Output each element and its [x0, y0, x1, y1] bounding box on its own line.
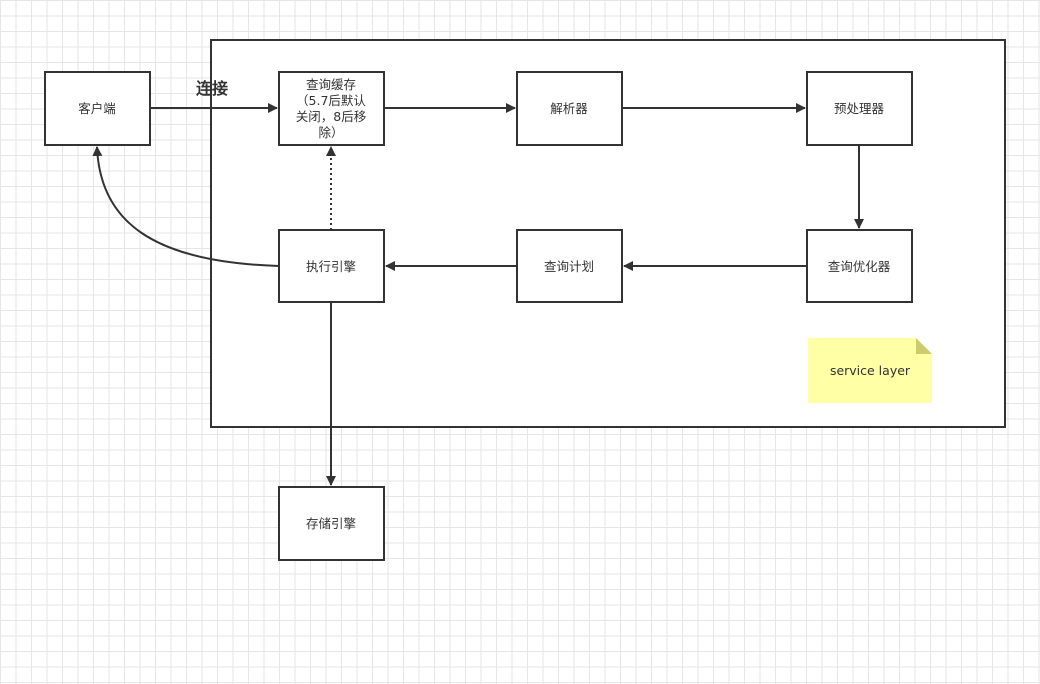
node-storage-label: 存储引擎 [306, 516, 356, 531]
node-cache-label-4: 除） [318, 125, 343, 140]
node-cache-label-3: 关闭，8后移 [296, 109, 366, 124]
node-executor-label: 执行引擎 [306, 259, 356, 274]
edge-label-connect: 连接 [196, 79, 228, 98]
node-optimizer-label: 查询优化器 [828, 259, 891, 274]
diagram: 连接 客户端 查询缓存 （5.7后默认 关闭，8后移 除） 解析器 预处理器 查… [44, 39, 1006, 561]
diagram-canvas: 连接 客户端 查询缓存 （5.7后默认 关闭，8后移 除） 解析器 预处理器 查… [0, 0, 1040, 684]
node-cache-label-1: 查询缓存 [306, 77, 356, 92]
note-service-layer[interactable]: service layer [808, 338, 932, 403]
note-text: service layer [830, 363, 911, 378]
node-plan-label: 查询计划 [544, 259, 594, 274]
node-client-label: 客户端 [78, 101, 116, 116]
node-preprocessor-label: 预处理器 [834, 101, 885, 116]
node-parser-label: 解析器 [550, 101, 588, 116]
node-cache-label-2: （5.7后默认 [296, 93, 366, 108]
